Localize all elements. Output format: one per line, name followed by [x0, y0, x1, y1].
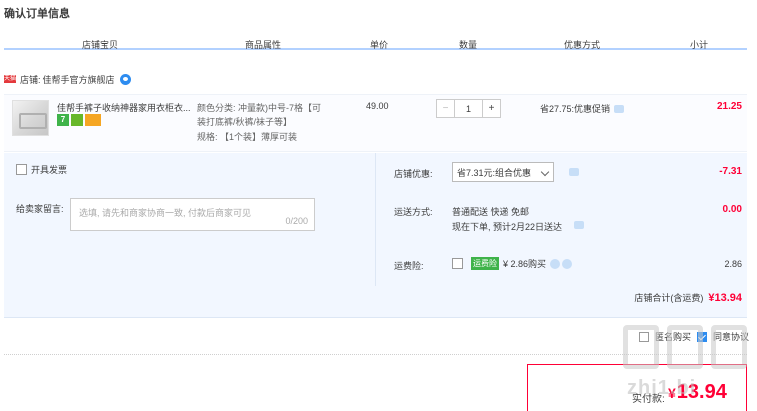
insurance-info-icons — [550, 258, 573, 269]
panel-divider — [375, 153, 376, 286]
order-item-row: 佳帮手裤子收纳神器家用衣柜衣... 7 颜色分类: 冲量款)中号-7格【可 装打… — [4, 94, 747, 152]
insurance-tag: 运费险 — [471, 257, 499, 270]
payment-summary-box: 实付款: ¥13.94 — [527, 364, 747, 411]
agree-label: 同意协议 — [712, 332, 749, 342]
col-attributes: 商品属性 — [245, 40, 282, 50]
insurance-label: 运费险: — [394, 261, 424, 271]
col-quantity: 数量 — [459, 40, 478, 50]
agree-checkbox[interactable] — [696, 331, 707, 342]
col-shop-item: 店铺宝贝 — [82, 40, 119, 50]
shop-discount-selected: 省7.31元:组合优惠 — [457, 167, 532, 178]
col-subtotal: 小计 — [690, 40, 709, 50]
message-char-count: 0/200 — [285, 216, 308, 226]
qty-plus-button[interactable]: + — [482, 99, 501, 118]
chat-icon[interactable] — [550, 258, 561, 269]
help-icon[interactable] — [562, 258, 573, 269]
col-unit-price: 单价 — [370, 40, 389, 50]
shipping-info-icon[interactable] — [574, 221, 584, 229]
bottom-options: 匿名购买 同意协议 — [638, 330, 749, 343]
shipping-method: 普通配送 快递 免邮 — [452, 207, 530, 217]
qty-minus-button[interactable]: − — [436, 99, 455, 118]
invoice-option[interactable]: 开具发票 — [16, 163, 67, 176]
attr-spec: 规格: 【1个装】薄厚可装 — [197, 132, 298, 142]
service-badges: 7 — [57, 114, 101, 126]
shop-total-value: ¥13.94 — [708, 292, 742, 304]
anonymous-checkbox[interactable] — [638, 331, 649, 342]
order-options-panel: 开具发票 给卖家留言: 选填, 请先和商家协商一致, 付款后商家可见 0/200… — [4, 153, 747, 318]
shipping-value: 0.00 — [722, 204, 742, 215]
product-title-link[interactable]: 佳帮手裤子收纳神器家用衣柜衣... — [57, 101, 192, 114]
wangwang-chat-icon[interactable] — [119, 73, 131, 85]
divider — [4, 354, 747, 355]
shipping-label: 运送方式: — [394, 207, 433, 217]
shop-total-label: 店铺合计(含运费) — [634, 293, 704, 303]
pay-amount: ¥13.94 — [668, 381, 727, 404]
shop-label: 店铺: — [20, 74, 41, 85]
column-header-row: 店铺宝贝 商品属性 单价 数量 优惠方式 小计 — [4, 36, 747, 50]
message-label: 给卖家留言: — [16, 204, 64, 214]
invoice-label: 开具发票 — [31, 165, 68, 175]
quantity-stepper: − 1 + — [436, 99, 501, 118]
discount-info-icon[interactable] — [569, 168, 579, 176]
shop-line: 天猫 店铺: 佳帮手官方旗舰店 — [4, 72, 131, 86]
shop-total: 店铺合计(含运费) ¥13.94 — [634, 291, 742, 304]
insurance-value: 2.86 — [724, 259, 742, 269]
attr-color-cont: 装打底裤/秋裤/袜子等】 — [197, 117, 293, 127]
shop-discount-select[interactable]: 省7.31元:组合优惠 — [452, 162, 554, 182]
col-discount: 优惠方式 — [564, 40, 601, 50]
pay-label: 实付款: — [632, 394, 665, 405]
promo-detail-icon[interactable] — [614, 104, 625, 113]
shop-discount-label: 店铺优惠: — [394, 169, 433, 179]
seller-message-textarea[interactable]: 选填, 请先和商家协商一致, 付款后商家可见 0/200 — [70, 198, 315, 231]
anonymous-label: 匿名购买 — [654, 332, 691, 342]
card-payment-icon[interactable] — [85, 114, 101, 126]
insurance-checkbox[interactable] — [452, 258, 463, 269]
tmall-icon: 天猫 — [4, 75, 17, 83]
promo-info: 省27.75:优惠促销 — [540, 102, 625, 115]
product-thumbnail[interactable] — [12, 100, 49, 136]
invoice-checkbox[interactable] — [16, 164, 27, 175]
shipping-eta: 现在下单, 预计2月22日送达 — [452, 222, 563, 232]
item-subtotal: 21.25 — [716, 101, 742, 112]
seven-day-return-icon[interactable]: 7 — [57, 114, 69, 126]
attr-color: 颜色分类: 冲量款)中号-7格【可 — [197, 103, 322, 113]
promo-text: 省27.75:优惠促销 — [540, 104, 611, 114]
insurance-price: ¥ 2.86购买 — [503, 259, 547, 269]
shop-discount-value: -7.31 — [719, 166, 742, 177]
pay-currency: ¥ — [668, 385, 676, 401]
insurance-option[interactable]: 运费险 ¥ 2.86购买 — [452, 257, 573, 270]
guarantee-icon[interactable] — [71, 114, 83, 126]
page-title: 确认订单信息 — [4, 8, 70, 20]
qty-input[interactable]: 1 — [455, 99, 482, 118]
chevron-down-icon — [540, 167, 550, 177]
pay-amount-value: 13.94 — [676, 381, 727, 403]
message-placeholder: 选填, 请先和商家协商一致, 付款后商家可见 — [79, 208, 252, 218]
shop-name-link[interactable]: 佳帮手官方旗舰店 — [43, 73, 115, 86]
unit-price: 49.00 — [366, 101, 389, 111]
